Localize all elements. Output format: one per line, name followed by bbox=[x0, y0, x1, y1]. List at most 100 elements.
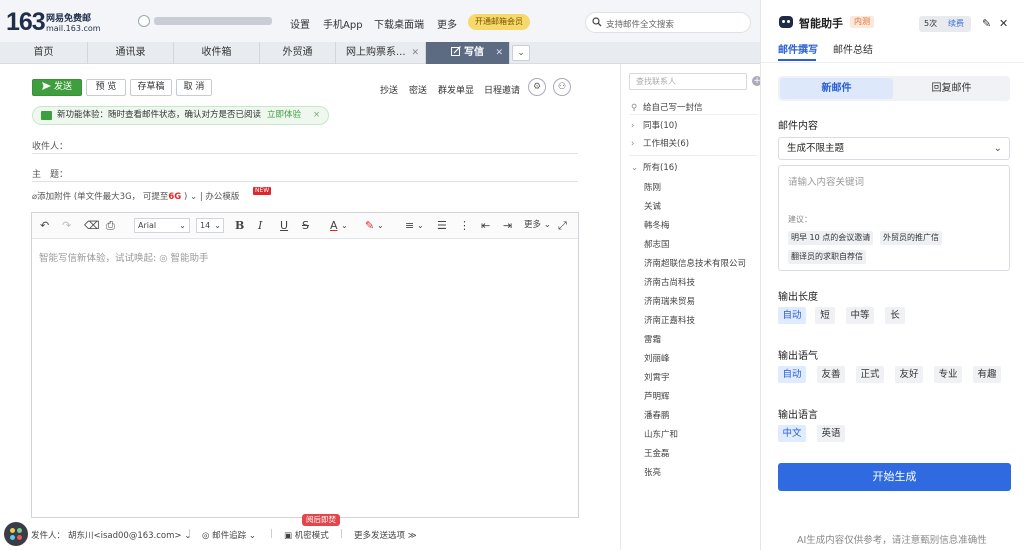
tab-home[interactable]: 首页 bbox=[0, 42, 88, 64]
more-tools-button[interactable]: 更多 ⌄ bbox=[524, 218, 551, 233]
renew-link[interactable]: 续费 bbox=[948, 16, 964, 32]
group-colleagues[interactable]: › 同事(10) bbox=[631, 119, 677, 131]
format-painter-icon[interactable]: ⎙ bbox=[106, 218, 115, 233]
chevron-down-icon[interactable]: ⌄ bbox=[417, 218, 424, 233]
contact-item[interactable]: 陈刚 bbox=[644, 181, 661, 193]
contact-item[interactable]: 济南古尚科技 bbox=[644, 276, 695, 288]
tab-compose-mail[interactable]: 邮件撰写 bbox=[778, 41, 818, 56]
mail-logo[interactable]: 163 网易免费邮 mail.163.com bbox=[6, 8, 126, 38]
contact-item[interactable]: 王金磊 bbox=[644, 447, 670, 459]
contact-item[interactable]: 济南瑞来贸易 bbox=[644, 295, 695, 307]
mail-body-editor[interactable]: ↶ ↷ ⌫ ⎙ Arial ⌄ 14 ⌄ B I U S A ⌄ ✎ ⌄ ≡ ⌄ ☰… bbox=[31, 212, 579, 518]
tab-compose[interactable]: 写信 ✕ bbox=[426, 42, 510, 64]
close-icon[interactable]: ✕ bbox=[495, 42, 503, 64]
font-size-select[interactable]: 14 ⌄ bbox=[196, 218, 224, 233]
start-generate-button[interactable]: 开始生成 bbox=[778, 463, 1011, 491]
tone-option-formal[interactable]: 正式 bbox=[856, 366, 884, 383]
more-send-options-link[interactable]: 更多发送选项 ≫ bbox=[354, 529, 417, 541]
contact-item[interactable]: 刘霄宇 bbox=[644, 371, 670, 383]
schedule-invite-link[interactable]: 日程邀请 bbox=[484, 83, 520, 96]
suggestion-chip[interactable]: 翻译员的求职自荐信 bbox=[788, 250, 866, 264]
tab-inbox[interactable]: 收件箱 bbox=[174, 42, 260, 64]
length-option-medium[interactable]: 中等 bbox=[846, 307, 874, 324]
expand-icon[interactable]: ⤢ bbox=[558, 218, 567, 233]
write-to-self-link[interactable]: ⚲ 给自己写一封信 bbox=[631, 101, 703, 113]
numbered-list-icon[interactable]: ⋮ bbox=[459, 218, 470, 233]
tab-summarize-mail[interactable]: 邮件总结 bbox=[833, 41, 873, 56]
note-icon[interactable]: ✎ bbox=[982, 17, 991, 31]
vip-button[interactable]: 开通邮箱会员 bbox=[468, 14, 530, 30]
gear-icon[interactable]: ⚙ bbox=[528, 78, 546, 96]
italic-icon[interactable]: I bbox=[258, 218, 262, 233]
length-option-long[interactable]: 长 bbox=[885, 307, 905, 324]
tab-ticket[interactable]: 网上购票系... ✕ bbox=[336, 42, 426, 64]
sender-select[interactable]: 胡东川<isad00@163.com> ⌄ bbox=[68, 529, 191, 541]
highlight-icon[interactable]: ✎ bbox=[365, 218, 374, 233]
bold-icon[interactable]: B bbox=[235, 218, 244, 233]
font-color-icon[interactable]: A bbox=[330, 218, 338, 233]
eraser-icon[interactable]: ⌫ bbox=[84, 218, 100, 233]
tone-option-fun[interactable]: 有趣 bbox=[973, 366, 1001, 383]
redo-icon[interactable]: ↷ bbox=[62, 218, 71, 233]
segment-reply-mail[interactable]: 回复邮件 bbox=[895, 78, 1008, 99]
contact-item[interactable]: 潘春鹏 bbox=[644, 409, 670, 421]
close-icon[interactable]: ✕ bbox=[999, 17, 1008, 31]
contact-item[interactable]: 山东广和 bbox=[644, 428, 678, 440]
length-option-short[interactable]: 短 bbox=[815, 307, 835, 324]
tone-option-professional[interactable]: 专业 bbox=[934, 366, 962, 383]
outdent-icon[interactable]: ⇤ bbox=[481, 218, 490, 233]
suggestion-chip[interactable]: 明早 10 点的会议邀请 bbox=[788, 231, 874, 245]
cancel-button[interactable]: 取 消 bbox=[176, 79, 212, 96]
group-all[interactable]: ⌄ 所有(16) bbox=[631, 161, 677, 173]
language-option-chinese[interactable]: 中文 bbox=[778, 425, 806, 442]
chevron-down-icon[interactable]: ⌄ bbox=[377, 218, 384, 233]
add-contact-icon[interactable]: ⚇ bbox=[553, 78, 571, 96]
mail-search-input[interactable]: 支持邮件全文搜索 bbox=[585, 12, 751, 33]
subject-field[interactable] bbox=[32, 181, 578, 182]
more-link[interactable]: 更多 bbox=[437, 16, 457, 31]
contact-item[interactable]: 芦明辉 bbox=[644, 390, 670, 402]
topic-select[interactable]: 生成不限主题 ⌄ bbox=[778, 137, 1010, 160]
align-icon[interactable]: ≡ bbox=[405, 218, 414, 233]
underline-icon[interactable]: U bbox=[280, 218, 288, 233]
language-option-english[interactable]: 英语 bbox=[817, 425, 845, 442]
close-icon[interactable]: × bbox=[313, 107, 320, 124]
apps-launcher-icon[interactable] bbox=[4, 522, 28, 546]
save-draft-button[interactable]: 存草稿 bbox=[130, 79, 172, 96]
to-field[interactable] bbox=[32, 153, 578, 154]
chevron-down-icon[interactable]: ⌄ bbox=[190, 192, 197, 202]
confidential-toggle[interactable]: ▣ 机密模式 bbox=[284, 529, 329, 541]
contact-item[interactable]: 韩冬梅 bbox=[644, 219, 670, 231]
tab-foreign-trade[interactable]: 外贸通 bbox=[260, 42, 336, 64]
contact-search-input[interactable]: 查找联系人 bbox=[629, 73, 747, 90]
upgrade-size[interactable]: 6G bbox=[168, 192, 181, 202]
preview-button[interactable]: 预 览 bbox=[86, 79, 126, 96]
indent-icon[interactable]: ⇥ bbox=[503, 218, 512, 233]
add-attachment-link[interactable]: 添加附件 bbox=[37, 192, 71, 202]
segment-new-mail[interactable]: 新邮件 bbox=[780, 78, 893, 99]
contact-item[interactable]: 张亮 bbox=[644, 466, 661, 478]
suggestion-chip[interactable]: 外贸员的推广信 bbox=[880, 231, 942, 245]
group-work[interactable]: › 工作相关(6) bbox=[631, 137, 689, 149]
tone-option-kind[interactable]: 友善 bbox=[817, 366, 845, 383]
cc-link[interactable]: 抄送 bbox=[380, 83, 398, 96]
contact-item[interactable]: 关诚 bbox=[644, 200, 661, 212]
tone-option-auto[interactable]: 自动 bbox=[778, 366, 806, 383]
contact-item[interactable]: 济南正嘉科技 bbox=[644, 314, 695, 326]
font-family-select[interactable]: Arial ⌄ bbox=[134, 218, 190, 233]
bullet-list-icon[interactable]: ☰ bbox=[437, 218, 447, 233]
download-client-link[interactable]: 下载桌面端 bbox=[374, 16, 424, 31]
undo-icon[interactable]: ↶ bbox=[40, 218, 49, 233]
strikethrough-icon[interactable]: S bbox=[302, 218, 309, 233]
try-now-link[interactable]: 立即体验 bbox=[267, 107, 301, 124]
office-template-link[interactable]: 办公模版 bbox=[205, 192, 239, 202]
tracking-toggle[interactable]: ◎ 邮件追踪 ⌄ bbox=[202, 529, 256, 541]
keyword-textarea[interactable]: 请输入内容关键词 建议： 明早 10 点的会议邀请 外贸员的推广信 翻译员的求职… bbox=[778, 165, 1010, 271]
tab-contacts[interactable]: 通讯录 bbox=[88, 42, 174, 64]
contact-item[interactable]: 济南超联信息技术有限公司 bbox=[644, 257, 746, 269]
length-option-auto[interactable]: 自动 bbox=[778, 307, 806, 324]
chevron-down-icon[interactable]: ⌄ bbox=[341, 218, 348, 233]
bcc-link[interactable]: 密送 bbox=[409, 83, 427, 96]
tone-option-friendly[interactable]: 友好 bbox=[895, 366, 923, 383]
send-button[interactable]: 发送 bbox=[32, 79, 82, 96]
